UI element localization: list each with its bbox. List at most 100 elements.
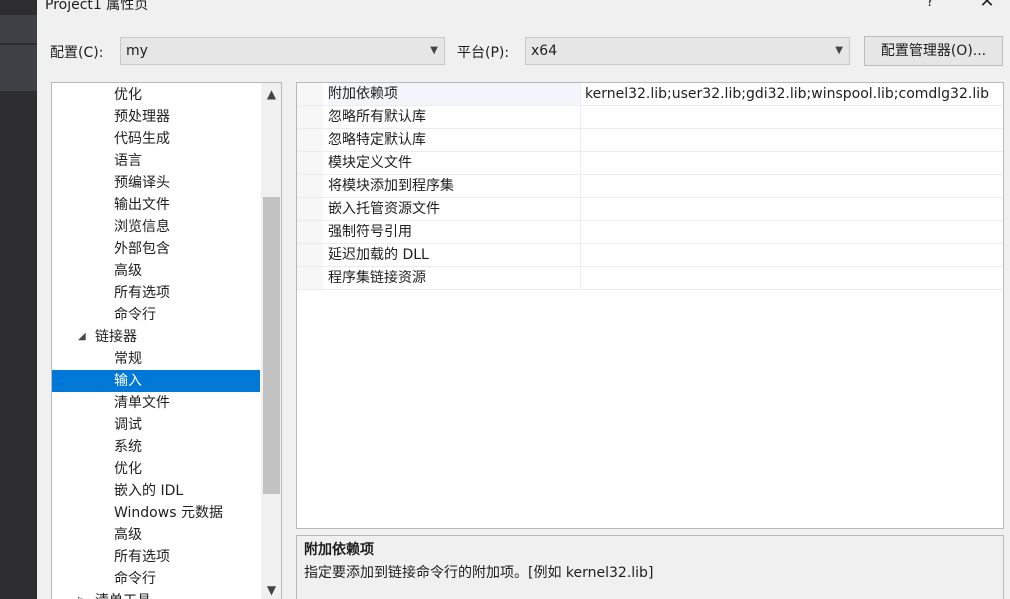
tree-item[interactable]: 代码生成 bbox=[52, 128, 260, 150]
property-row[interactable]: 模块定义文件 bbox=[297, 152, 1003, 175]
property-value[interactable] bbox=[585, 244, 1003, 266]
collapsed-arrow-icon[interactable]: ▷ bbox=[78, 590, 86, 599]
tree-item[interactable]: 优化 bbox=[52, 458, 260, 480]
ide-tab-block-active bbox=[0, 45, 37, 91]
property-name: 将模块添加到程序集 bbox=[328, 175, 581, 197]
property-row[interactable]: 附加依赖项 kernel32.lib;user32.lib;gdi32.lib;w… bbox=[297, 83, 1003, 106]
scrollbar-thumb[interactable] bbox=[263, 197, 280, 494]
tree-item-label: 清单工具 bbox=[95, 590, 151, 599]
config-select[interactable]: my ▼ bbox=[120, 37, 445, 65]
tree-item-label: 优化 bbox=[114, 461, 142, 477]
scroll-down-icon[interactable]: ▼ bbox=[261, 581, 281, 599]
property-name: 模块定义文件 bbox=[328, 152, 581, 174]
property-grid: 附加依赖项 kernel32.lib;user32.lib;gdi32.lib;w… bbox=[296, 82, 1004, 529]
property-row[interactable]: 将模块添加到程序集 bbox=[297, 175, 1003, 198]
property-name: 延迟加载的 DLL bbox=[328, 244, 581, 266]
property-value[interactable] bbox=[585, 267, 1003, 289]
property-value[interactable]: kernel32.lib;user32.lib;gdi32.lib;winspo… bbox=[585, 83, 1003, 105]
tree-item[interactable]: 所有选项 bbox=[52, 546, 260, 568]
property-value[interactable] bbox=[585, 175, 1003, 197]
tree-item-label: 链接器 bbox=[95, 329, 137, 345]
scroll-up-icon[interactable]: ▲ bbox=[261, 85, 281, 103]
tree-item-label: 所有选项 bbox=[114, 285, 170, 301]
tree-item-label: 输入 bbox=[114, 373, 142, 389]
tree-item-label: 命令行 bbox=[114, 307, 156, 323]
property-name: 程序集链接资源 bbox=[328, 267, 581, 289]
tree-item-label: 预处理器 bbox=[114, 109, 170, 125]
tree-item[interactable]: 预处理器 bbox=[52, 106, 260, 128]
tree-item[interactable]: 命令行 bbox=[52, 304, 260, 326]
tree-item[interactable]: 调试 bbox=[52, 414, 260, 436]
tree-item[interactable]: 预编译头 bbox=[52, 172, 260, 194]
row-gutter bbox=[297, 244, 323, 266]
row-gutter bbox=[297, 175, 323, 197]
tree-item[interactable]: 高级 bbox=[52, 524, 260, 546]
property-name: 强制符号引用 bbox=[328, 221, 581, 243]
tree-item-label: 输出文件 bbox=[114, 197, 170, 213]
tree-item-label: 浏览信息 bbox=[114, 219, 170, 235]
row-gutter bbox=[297, 83, 323, 105]
tree-item[interactable]: ◢ 链接器 bbox=[52, 326, 260, 348]
config-manager-button[interactable]: 配置管理器(O)... bbox=[864, 36, 1003, 66]
row-gutter bbox=[297, 106, 323, 128]
tree-item[interactable]: ▷ 清单工具 bbox=[52, 590, 260, 599]
property-row[interactable]: 忽略特定默认库 bbox=[297, 129, 1003, 152]
property-row[interactable]: 延迟加载的 DLL bbox=[297, 244, 1003, 267]
tree-item-label: 外部包含 bbox=[114, 241, 170, 257]
help-button[interactable]: ? bbox=[920, 0, 940, 12]
property-row[interactable]: 强制符号引用 bbox=[297, 221, 1003, 244]
dialog-title: Project1 属性页 bbox=[45, 0, 149, 13]
platform-select[interactable]: x64 ▼ bbox=[525, 37, 850, 65]
platform-select-value: x64 bbox=[531, 43, 558, 59]
description-panel: 附加依赖项 指定要添加到链接命令行的附加项。[例如 kernel32.lib] bbox=[296, 535, 1004, 599]
tree-item-label: 代码生成 bbox=[114, 131, 170, 147]
property-value[interactable] bbox=[585, 129, 1003, 151]
row-gutter bbox=[297, 129, 323, 151]
property-row[interactable]: 嵌入托管资源文件 bbox=[297, 198, 1003, 221]
tree-item[interactable]: 常规 bbox=[52, 348, 260, 370]
tree-item-label: 常规 bbox=[114, 351, 142, 367]
tree-item[interactable]: 语言 bbox=[52, 150, 260, 172]
close-button[interactable]: ✕ bbox=[977, 0, 997, 12]
property-value[interactable] bbox=[585, 152, 1003, 174]
property-name: 忽略特定默认库 bbox=[328, 129, 581, 151]
tree-item-label: 命令行 bbox=[114, 571, 156, 587]
tree-item-label: 高级 bbox=[114, 527, 142, 543]
property-value[interactable] bbox=[585, 221, 1003, 243]
tree-item[interactable]: 外部包含 bbox=[52, 238, 260, 260]
ide-background-strip bbox=[0, 0, 37, 599]
row-gutter bbox=[297, 152, 323, 174]
chevron-down-icon: ▼ bbox=[835, 45, 843, 56]
property-name: 忽略所有默认库 bbox=[328, 106, 581, 128]
property-row[interactable]: 程序集链接资源 bbox=[297, 267, 1003, 290]
config-label: 配置(C): bbox=[50, 45, 104, 61]
platform-label: 平台(P): bbox=[457, 45, 510, 61]
category-tree: 优化 预处理器 代码生成 语言 预编译头 输出文件 浏览信息 外部包含 高级 所有选项 命令行 ◢ 链接… bbox=[51, 82, 282, 599]
tree-item[interactable]: 所有选项 bbox=[52, 282, 260, 304]
property-row[interactable]: 忽略所有默认库 bbox=[297, 106, 1003, 129]
description-text: 指定要添加到链接命令行的附加项。[例如 kernel32.lib] bbox=[304, 565, 654, 581]
description-title: 附加依赖项 bbox=[304, 542, 374, 558]
property-name: 嵌入托管资源文件 bbox=[328, 198, 581, 220]
tree-item-label: 预编译头 bbox=[114, 175, 170, 191]
config-select-value: my bbox=[126, 43, 148, 59]
tree-item-label: 调试 bbox=[114, 417, 142, 433]
tree-item[interactable]: 优化 bbox=[52, 84, 260, 106]
expanded-arrow-icon[interactable]: ◢ bbox=[78, 326, 86, 348]
tree-item-label: Windows 元数据 bbox=[114, 505, 223, 521]
tree-item[interactable]: 命令行 bbox=[52, 568, 260, 590]
tree-item[interactable]: 高级 bbox=[52, 260, 260, 282]
tree-scrollbar[interactable]: ▲ ▼ bbox=[261, 83, 281, 599]
tree-item[interactable]: 嵌入的 IDL bbox=[52, 480, 260, 502]
tree-item-label: 嵌入的 IDL bbox=[114, 483, 184, 499]
property-value[interactable] bbox=[585, 198, 1003, 220]
tree-item[interactable]: 系统 bbox=[52, 436, 260, 458]
tree-item-label: 系统 bbox=[114, 439, 142, 455]
tree-item[interactable]: Windows 元数据 bbox=[52, 502, 260, 524]
tree-item[interactable]: 输出文件 bbox=[52, 194, 260, 216]
tree-item[interactable]: 浏览信息 bbox=[52, 216, 260, 238]
property-value[interactable] bbox=[585, 106, 1003, 128]
tree-item[interactable]: 输入 bbox=[52, 370, 260, 392]
tree-item[interactable]: 清单文件 bbox=[52, 392, 260, 414]
tree-item-label: 清单文件 bbox=[114, 395, 170, 411]
